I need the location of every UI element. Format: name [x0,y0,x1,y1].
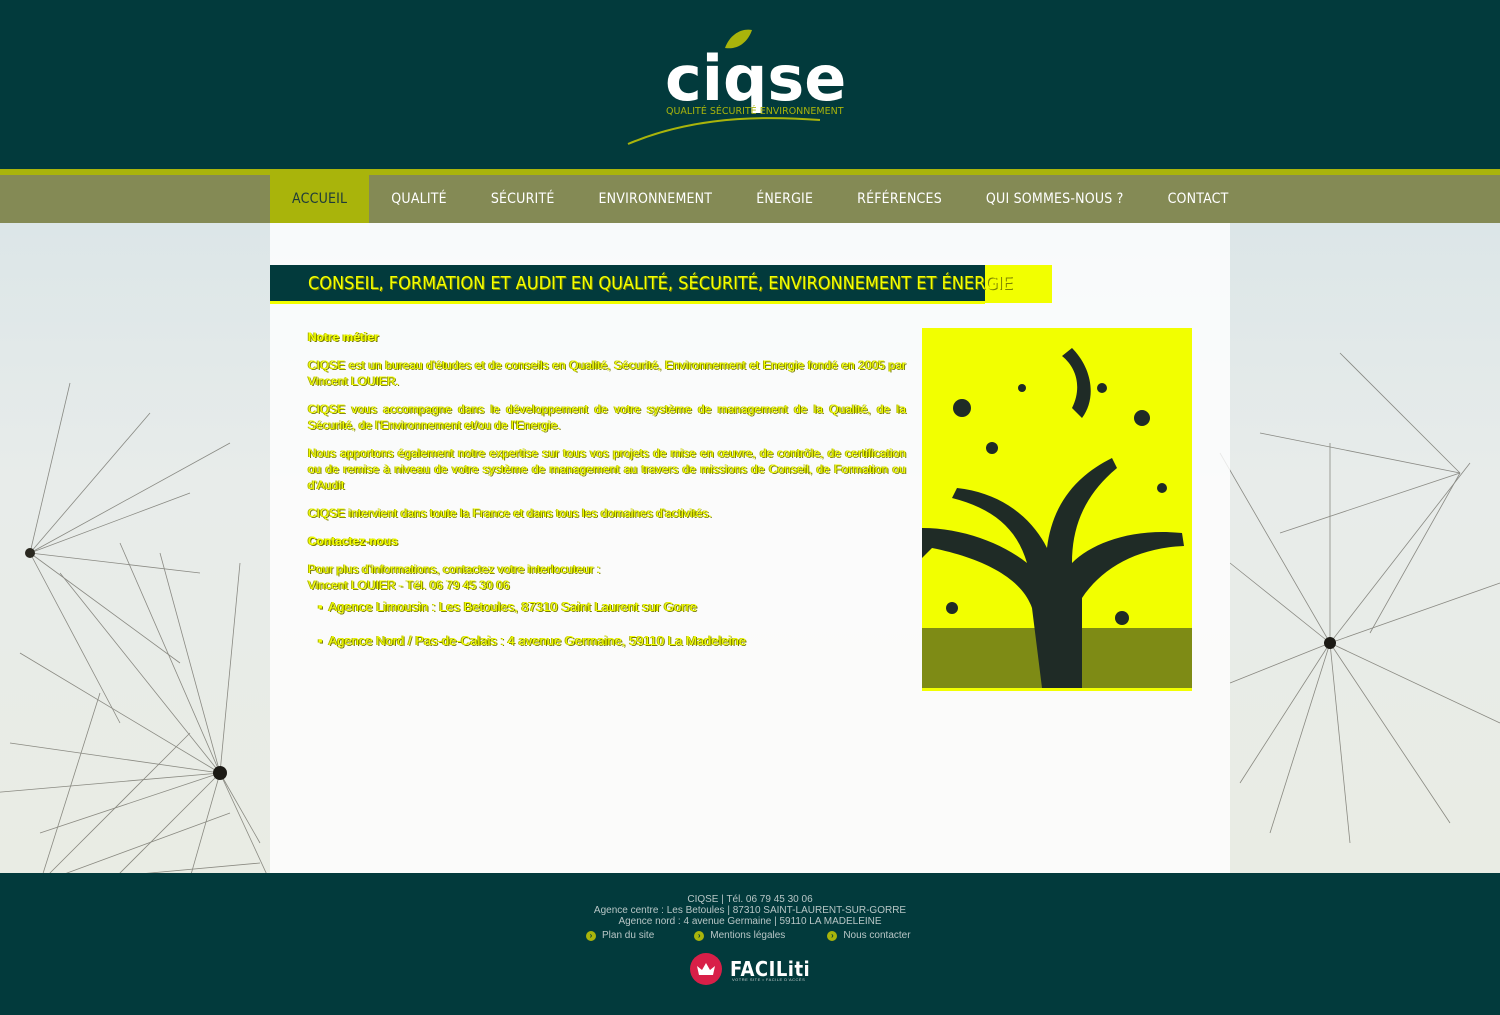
faciliti-badge[interactable]: FACILiti VOTRE SITE • FACILE D'ACCÈS [690,953,810,985]
nav-item-qui-sommes-nous[interactable]: QUI SOMMES-NOUS ? [964,175,1146,223]
footer-link-plan-du-site[interactable]: › Plan du site [586,930,654,941]
nav-item-qualite[interactable]: QUALITÉ [369,175,469,223]
footer-contact-line: CIQSE | Tél. 06 79 45 30 06 [687,894,813,905]
footer-link-nous-contacter[interactable]: › Nous contacter [827,930,911,941]
paragraph-accompagnement: CIQSE vous accompagne dans le développem… [308,402,906,432]
list-item-agency-limousin: Agence Limousin : Les Betoules, 87310 Sa… [318,599,906,615]
arrow-right-icon: › [694,930,705,941]
nav-item-accueil[interactable]: ACCUEIL [270,175,370,223]
logo-wordmark: ciqse [665,42,846,115]
site-header: ciqse QUALITÉ SÉCURITÉ ENVIRONNEMENT [0,0,1500,169]
faciliti-icon [690,953,722,985]
paragraph-intervention: CIQSE intervient dans toute la France et… [308,506,712,520]
nav-item-securite[interactable]: SÉCURITÉ [469,175,577,223]
arrow-right-icon: › [827,930,838,941]
footer-agency-nord: Agence nord : 4 avenue Germaine | 59110 … [618,916,882,927]
nav-item-contact[interactable]: CONTACT [1146,175,1251,223]
nav-item-environnement[interactable]: ENVIRONNEMENT [577,175,735,223]
heading-notre-metier: Notre métier [308,330,379,344]
main-nav: ACCUEIL QUALITÉ SÉCURITÉ ENVIRONNEMENT É… [0,175,1500,223]
ciqse-logo[interactable]: ciqse QUALITÉ SÉCURITÉ ENVIRONNEMENT [620,22,890,150]
page-title: CONSEIL, FORMATION ET AUDIT EN QUALITÉ, … [308,273,1013,294]
nav-item-references[interactable]: RÉFÉRENCES [835,175,964,223]
paragraph-intro: CIQSE est un bureau d'études et de conse… [308,358,906,388]
contact-person: Vincent LOUIER - Tél. 06 79 45 30 06 [308,578,510,592]
list-item-agency-nord: Agence Nord / Pas-de-Calais : 4 avenue G… [318,633,906,649]
contact-intro: Pour plus d'informations, contactez votr… [308,562,601,592]
site-footer: CIQSE | Tél. 06 79 45 30 06 Agence centr… [0,873,1500,1015]
faciliti-tagline: VOTRE SITE • FACILE D'ACCÈS [732,977,806,982]
arrow-right-icon: › [586,930,596,941]
logo-tagline: QUALITÉ SÉCURITÉ ENVIRONNEMENT [666,105,844,117]
agency-list: Agence Limousin : Les Betoules, 87310 Sa… [308,599,906,649]
paragraph-expertise: Nous apportons également notre expertise… [308,446,906,492]
footer-agency-centre: Agence centre : Les Betoules | 87310 SAI… [593,905,907,916]
footer-links: › Plan du site › Mentions légales › Nous… [586,930,951,941]
main-content: CONSEIL, FORMATION ET AUDIT EN QUALITÉ, … [270,223,1230,873]
main-text-column: Notre métier CIQSE est un bureau d'étude… [308,329,906,667]
heading-contactez-nous: Contactez-nous [308,534,398,548]
footer-link-mentions-legales[interactable]: › Mentions légales [694,930,785,941]
nav-item-energie[interactable]: ÉNERGIE [734,175,835,223]
tree-photo [922,328,1192,691]
